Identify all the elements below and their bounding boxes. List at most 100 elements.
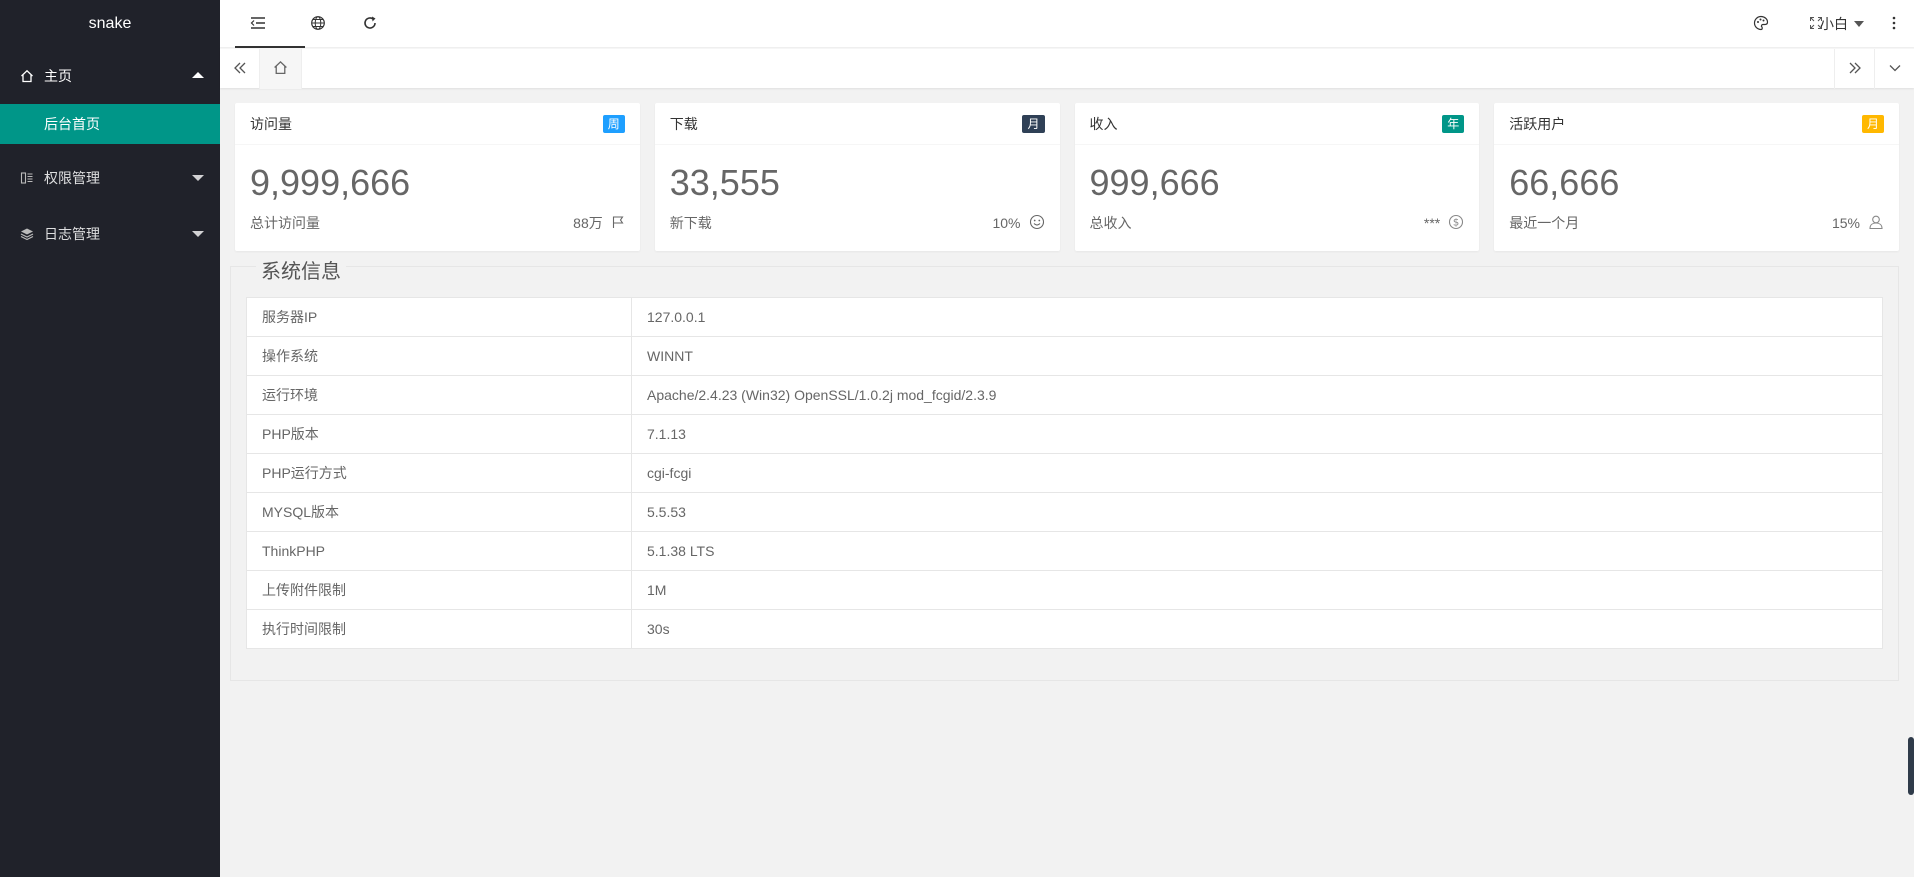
layers-icon [20, 227, 34, 241]
period-badge: 月 [1861, 115, 1884, 133]
table-row: MYSQL版本 5.5.53 [246, 492, 1883, 532]
permission-icon [20, 171, 34, 185]
sidebar-item-label: 主页 [44, 68, 72, 84]
table-row: PHP版本 7.1.13 [246, 414, 1883, 454]
globe-icon [310, 15, 326, 34]
theme-button[interactable] [1738, 0, 1784, 48]
caret-down-icon [1854, 21, 1864, 27]
card-title: 活跃用户 [1509, 116, 1566, 132]
flag-icon [611, 215, 625, 232]
info-key: 操作系统 [246, 336, 632, 376]
system-info-legend: 系统信息 [256, 255, 346, 284]
user-menu[interactable]: 小白 [1820, 0, 1864, 48]
card-label: 新下载 [669, 215, 712, 231]
double-chevron-left-icon [233, 61, 247, 78]
info-key: PHP运行方式 [246, 453, 632, 493]
app-logo[interactable]: snake [0, 0, 220, 48]
system-info-table: 服务器IP 127.0.0.1 操作系统 WINNT 运行环境 Apache/2.4.… [246, 297, 1883, 649]
tab-scroll-left-button[interactable] [220, 49, 260, 89]
period-badge: 周 [602, 115, 625, 133]
website-button[interactable] [295, 0, 341, 48]
info-value: 30s [631, 609, 1883, 649]
more-button[interactable] [1874, 0, 1914, 48]
sidebar-item-label: 日志管理 [44, 226, 100, 242]
info-key: 运行环境 [246, 375, 632, 415]
info-key: PHP版本 [246, 414, 632, 454]
info-key: ThinkPHP [246, 531, 632, 571]
home-icon [20, 69, 34, 83]
system-info-panel: 系统信息 服务器IP 127.0.0.1 操作系统 WINNT 运行环境 Apache… [230, 255, 1899, 681]
tab-actions-dropdown[interactable] [1874, 49, 1914, 89]
card-value: 66,666 [1509, 162, 1620, 203]
chevron-down-icon [1888, 61, 1902, 78]
refresh-button[interactable] [347, 0, 393, 48]
info-key: 上传附件限制 [246, 570, 632, 610]
info-value: 5.1.38 LTS [631, 531, 1883, 571]
info-value: 5.5.53 [631, 492, 1883, 532]
card-label: 最近一个月 [1509, 215, 1580, 231]
svg-text:$: $ [1453, 217, 1459, 228]
dollar-icon: $ [1448, 214, 1464, 233]
sidebar-item-logs[interactable]: 日志管理 [0, 206, 220, 262]
info-value: 127.0.0.1 [631, 297, 1883, 337]
info-key: 执行时间限制 [246, 609, 632, 649]
card-stat: *** [1423, 215, 1441, 231]
info-key: 服务器IP [246, 297, 632, 337]
card-stat: 88万 [573, 215, 603, 231]
card-value: 9,999,666 [250, 162, 411, 203]
info-value: 1M [631, 570, 1883, 610]
tab-bar [220, 48, 1914, 89]
table-row: 操作系统 WINNT [246, 336, 1883, 376]
table-row: 上传附件限制 1M [246, 570, 1883, 610]
refresh-icon [362, 15, 378, 34]
info-value: cgi-fcgi [631, 453, 1883, 493]
period-badge: 年 [1442, 115, 1465, 133]
table-row: 运行环境 Apache/2.4.23 (Win32) OpenSSL/1.0.2j… [246, 375, 1883, 415]
card-stat: 10% [992, 215, 1021, 231]
card-title: 下载 [669, 116, 698, 132]
stat-card-visits: 访问量 周 9,999,666 总计访问量 88万 [235, 103, 640, 251]
card-label: 总收入 [1089, 215, 1132, 231]
stat-cards: 访问量 周 9,999,666 总计访问量 88万 下载 月 33,555 新下… [235, 103, 1899, 251]
stat-card-downloads: 下载 月 33,555 新下载 10% [654, 103, 1060, 251]
stat-card-active-users: 活跃用户 月 66,666 最近一个月 15% [1494, 103, 1899, 251]
table-row: 服务器IP 127.0.0.1 [246, 297, 1883, 337]
sidebar-item-label: 权限管理 [44, 170, 100, 186]
user-name: 小白 [1820, 16, 1848, 32]
sidebar: snake 主页 后台首页 权限管理 日志管理 [0, 0, 220, 877]
chevron-down-icon [192, 231, 204, 237]
table-row: ThinkPHP 5.1.38 LTS [246, 531, 1883, 571]
card-value: 999,666 [1089, 162, 1220, 203]
card-label: 总计访问量 [250, 215, 320, 231]
top-header: 小白 [220, 0, 1914, 48]
info-value: Apache/2.4.23 (Win32) OpenSSL/1.0.2j mod… [631, 375, 1883, 415]
sidebar-item-permission[interactable]: 权限管理 [0, 150, 220, 206]
period-badge: 月 [1022, 115, 1045, 133]
card-value: 33,555 [669, 162, 780, 203]
info-key: MYSQL版本 [246, 492, 632, 532]
card-title: 访问量 [250, 116, 292, 132]
tab-home[interactable] [260, 49, 302, 89]
info-value: WINNT [631, 336, 1883, 376]
sidebar-item-dashboard[interactable]: 后台首页 [0, 104, 220, 144]
theme-palette-icon [1753, 15, 1769, 34]
table-row: PHP运行方式 cgi-fcgi [246, 453, 1883, 493]
home-icon [273, 60, 288, 78]
user-icon [1868, 214, 1884, 233]
stat-card-income: 收入 年 999,666 总收入 *** $ [1074, 103, 1480, 251]
chevron-down-icon [192, 175, 204, 181]
table-row: 执行时间限制 30s [246, 609, 1883, 649]
card-title: 收入 [1089, 116, 1118, 132]
tab-scroll-right-button[interactable] [1834, 49, 1874, 89]
menu-fold-icon [250, 16, 266, 33]
menu-fold-button[interactable] [235, 0, 281, 48]
chevron-up-icon [192, 72, 204, 78]
info-value: 7.1.13 [631, 414, 1883, 454]
scrollbar-thumb[interactable] [1908, 737, 1914, 795]
main-content: 访问量 周 9,999,666 总计访问量 88万 下载 月 33,555 新下… [220, 88, 1914, 877]
smile-icon [1029, 214, 1045, 233]
card-stat: 15% [1831, 215, 1860, 231]
double-chevron-right-icon [1848, 61, 1862, 78]
more-vertical-icon [1892, 16, 1896, 33]
sidebar-item-home[interactable]: 主页 [0, 48, 220, 104]
